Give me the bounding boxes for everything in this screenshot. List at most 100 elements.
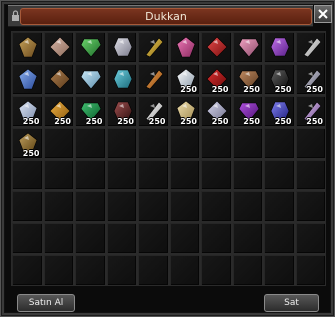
orange-gem-item-icon (145, 69, 164, 90)
silver-crystal-item-icon (113, 37, 132, 57)
sell-button[interactable]: Sat (264, 294, 319, 312)
inventory-slot[interactable] (42, 222, 74, 255)
inventory-slot[interactable] (42, 31, 74, 63)
inventory-slot[interactable] (105, 190, 137, 223)
inventory-slot[interactable] (11, 222, 43, 255)
inventory-slot[interactable] (42, 158, 74, 191)
inventory-slot[interactable] (200, 222, 232, 255)
inventory-slot[interactable]: 250 (294, 62, 326, 95)
inventory-slot[interactable]: 250 (11, 126, 43, 159)
inventory-slot[interactable] (294, 31, 326, 63)
inventory-slot[interactable]: 250 (263, 94, 295, 127)
inventory-slot[interactable] (200, 31, 232, 63)
inventory-slot[interactable]: 250 (11, 94, 43, 127)
inventory-slot[interactable] (263, 190, 295, 223)
inventory-slot[interactable] (137, 31, 169, 63)
inventory-slot[interactable] (105, 254, 137, 286)
inventory-slot[interactable] (105, 62, 137, 95)
inventory-slot[interactable] (231, 158, 263, 191)
inventory-slot[interactable] (263, 126, 295, 159)
inventory-slot[interactable] (42, 190, 74, 223)
inventory-slot[interactable] (137, 126, 169, 159)
item-quantity: 250 (22, 116, 40, 126)
inventory-slot[interactable] (137, 190, 169, 223)
violet-gem-item-icon (270, 37, 290, 57)
inventory-slot[interactable] (74, 254, 106, 286)
inventory-slot[interactable] (137, 254, 169, 286)
inventory-slot[interactable] (294, 158, 326, 191)
buy-button[interactable]: Satın Al (17, 294, 75, 312)
inventory-slot[interactable] (74, 31, 106, 63)
inventory-slot[interactable]: 250 (294, 94, 326, 127)
inventory-slot[interactable] (74, 190, 106, 223)
inventory-slot[interactable] (294, 254, 326, 286)
inventory-slot[interactable] (168, 158, 200, 191)
inventory-slot[interactable] (105, 126, 137, 159)
inventory-slot[interactable] (294, 126, 326, 159)
inventory-slot[interactable] (263, 158, 295, 191)
inventory-slot[interactable] (11, 62, 43, 95)
inventory-slot[interactable] (168, 190, 200, 223)
inventory-slot[interactable] (294, 222, 326, 255)
inventory-slot[interactable] (200, 158, 232, 191)
shop-window: Dukkan 250 250 250 250 250 250 250 250 250 250 250… (0, 0, 335, 317)
inventory-slot[interactable]: 250 (200, 62, 232, 95)
inventory-slot[interactable] (168, 254, 200, 286)
inventory-slot[interactable]: 250 (168, 94, 200, 127)
inventory-slot[interactable] (105, 222, 137, 255)
stick-item-icon (18, 36, 38, 58)
inventory-slot[interactable] (42, 62, 74, 95)
inventory-slot[interactable] (200, 126, 232, 159)
inventory-slot[interactable] (74, 126, 106, 159)
item-quantity: 250 (211, 84, 229, 94)
inventory-slot[interactable] (74, 222, 106, 255)
inventory-slot[interactable]: 250 (74, 94, 106, 127)
pink-gem-item-icon (176, 36, 195, 58)
title-bar[interactable]: Dukkan (8, 5, 313, 27)
inventory-slot[interactable] (168, 222, 200, 255)
inventory-slot[interactable] (137, 62, 169, 95)
inventory-slot[interactable]: 250 (231, 94, 263, 127)
inventory-slot[interactable]: 250 (105, 94, 137, 127)
green-gem-item-icon (80, 38, 102, 58)
inventory-slot[interactable]: 250 (263, 62, 295, 95)
red-gem-item-icon (206, 36, 228, 58)
inventory-slot[interactable] (263, 31, 295, 63)
inventory-slot[interactable] (137, 222, 169, 255)
inventory-slot[interactable] (105, 158, 137, 191)
inventory-slot[interactable] (231, 190, 263, 223)
inventory-slot[interactable] (263, 222, 295, 255)
inventory-slot[interactable] (74, 62, 106, 95)
inventory-slot[interactable] (11, 31, 43, 63)
inventory-slot[interactable] (11, 254, 43, 286)
inventory-slot[interactable]: 250 (42, 94, 74, 127)
inventory-slot[interactable] (11, 190, 43, 223)
inventory-slot[interactable]: 250 (137, 94, 169, 127)
inventory-slot[interactable]: 250 (200, 94, 232, 127)
inventory-slot[interactable] (168, 126, 200, 159)
inventory-slot[interactable] (231, 222, 263, 255)
inventory-slot[interactable] (200, 254, 232, 286)
inventory-slot[interactable] (294, 190, 326, 223)
inventory-slot[interactable] (74, 158, 106, 191)
item-quantity: 250 (274, 116, 292, 126)
inventory-slot[interactable] (200, 190, 232, 223)
inventory-slot[interactable]: 250 (168, 62, 200, 95)
item-quantity: 250 (117, 116, 134, 126)
inventory-slot[interactable] (42, 254, 74, 286)
inventory-slot[interactable] (11, 158, 43, 191)
inventory-slot[interactable] (231, 254, 263, 286)
inventory-slot[interactable] (168, 31, 200, 63)
inventory-slot[interactable] (105, 31, 137, 63)
inventory-slot[interactable] (231, 31, 263, 63)
shell-item-icon (49, 36, 70, 58)
ice-shard-item-icon (80, 70, 102, 90)
inventory-slot[interactable] (263, 254, 295, 286)
inventory-slot[interactable]: 250 (231, 62, 263, 95)
inventory-slot[interactable] (231, 126, 263, 159)
item-quantity: 250 (306, 84, 323, 94)
inventory-slot[interactable] (137, 158, 169, 191)
close-button[interactable] (314, 5, 332, 23)
inventory-slot[interactable] (42, 126, 74, 159)
item-quantity: 250 (243, 116, 260, 126)
